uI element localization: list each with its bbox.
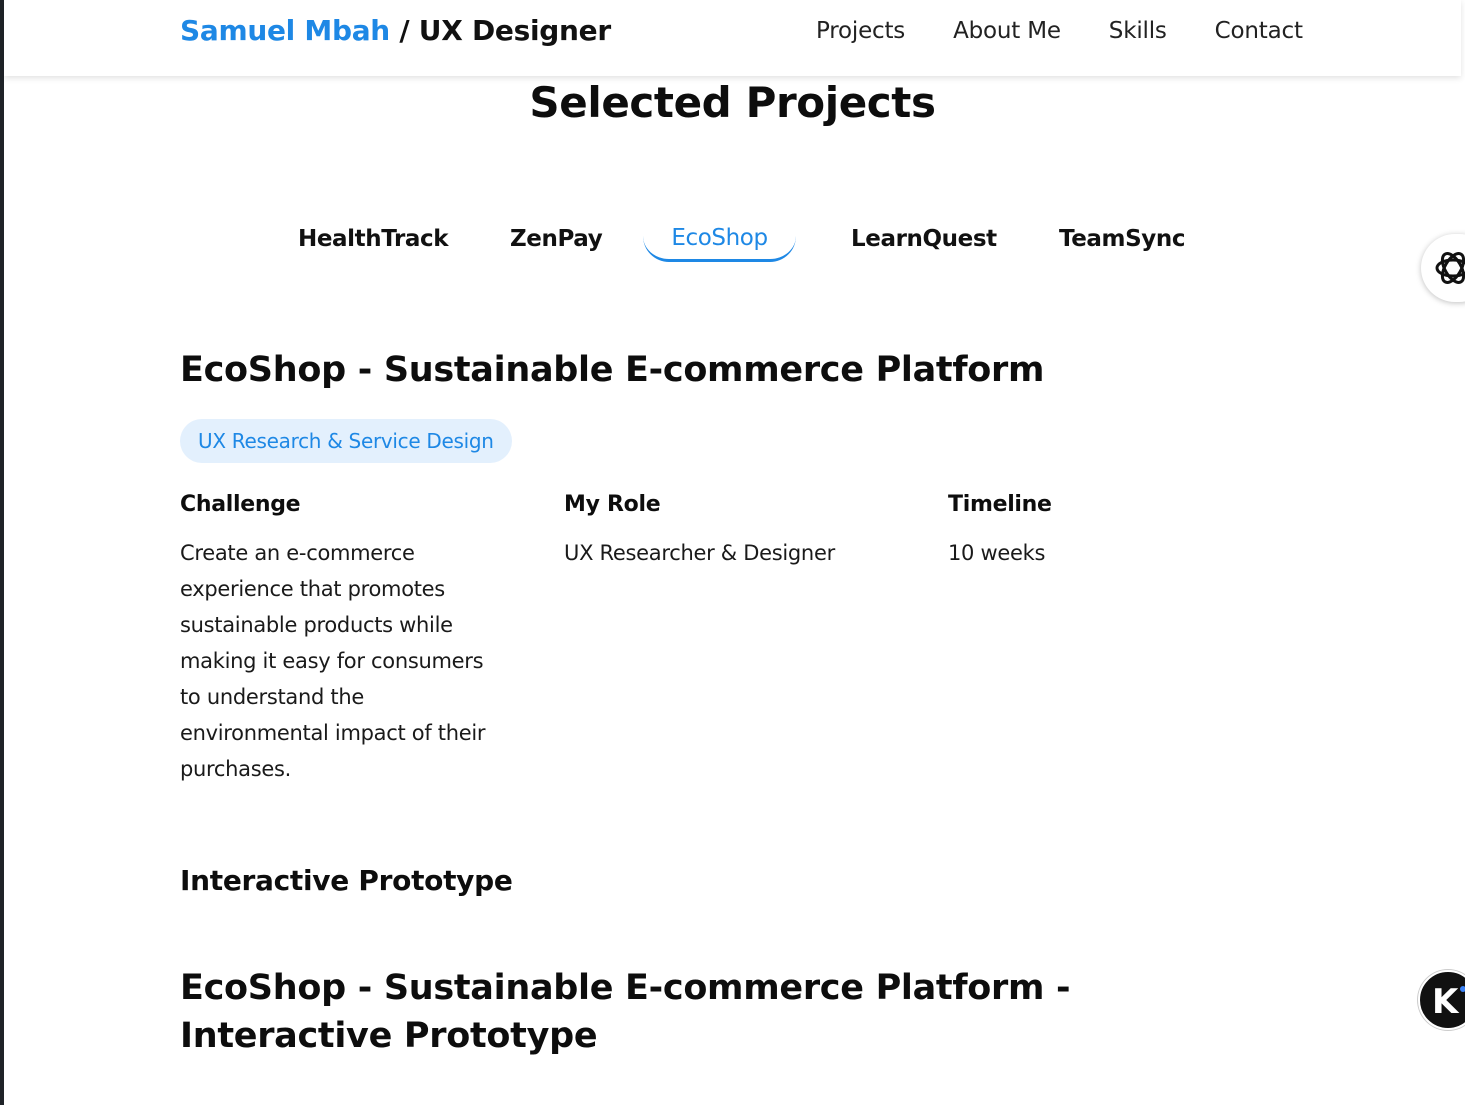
brand[interactable]: Samuel Mbah / UX Designer (180, 14, 611, 47)
tab-healthtrack[interactable]: HealthTrack (270, 200, 476, 262)
role-label: My Role (564, 492, 661, 517)
section-title: Selected Projects (529, 78, 936, 127)
nav-link-projects[interactable]: Projects (816, 18, 905, 44)
top-navbar: Samuel Mbah / UX Designer Projects About… (4, 0, 1461, 76)
project-title: EcoShop - Sustainable E-commerce Platfor… (180, 350, 1045, 390)
timeline-column: Timeline 10 weeks (948, 492, 1288, 571)
nav-link-about-me[interactable]: About Me (953, 18, 1061, 44)
tab-learnquest[interactable]: LearnQuest (823, 200, 1025, 262)
nav-links: Projects About Me Skills Contact (816, 18, 1303, 44)
extension-floating-button[interactable]: K (1418, 970, 1465, 1030)
challenge-label: Challenge (180, 492, 301, 517)
brand-role: UX Designer (418, 14, 611, 47)
tab-zenpay[interactable]: ZenPay (482, 200, 630, 262)
timeline-text: 10 weeks (948, 541, 1046, 565)
openai-logo-icon (1435, 252, 1465, 284)
timeline-label: Timeline (948, 492, 1052, 517)
notification-dot (1460, 986, 1465, 992)
role-text: UX Researcher & Designer (564, 541, 835, 565)
tab-teamsync[interactable]: TeamSync (1031, 200, 1213, 262)
challenge-column: Challenge Create an e-commerce experienc… (180, 492, 510, 787)
role-column: My Role UX Researcher & Designer (564, 492, 904, 571)
window-left-edge (0, 0, 4, 1105)
nav-link-contact[interactable]: Contact (1215, 18, 1303, 44)
brand-separator: / (389, 14, 419, 47)
nav-link-skills[interactable]: Skills (1109, 18, 1167, 44)
project-tabs: HealthTrack ZenPay EcoShop LearnQuest Te… (270, 200, 1200, 264)
assistant-floating-button[interactable] (1421, 234, 1465, 302)
k-logo-icon: K (1432, 982, 1459, 1022)
challenge-text: Create an e-commerce experience that pro… (180, 541, 486, 781)
brand-name: Samuel Mbah (180, 14, 390, 47)
prototype-title: EcoShop - Sustainable E-commerce Platfor… (180, 968, 1071, 1056)
prototype-subtitle: Interactive Prototype (180, 864, 513, 897)
tab-ecoshop[interactable]: EcoShop (643, 200, 796, 262)
project-category-badge: UX Research & Service Design (180, 419, 512, 463)
